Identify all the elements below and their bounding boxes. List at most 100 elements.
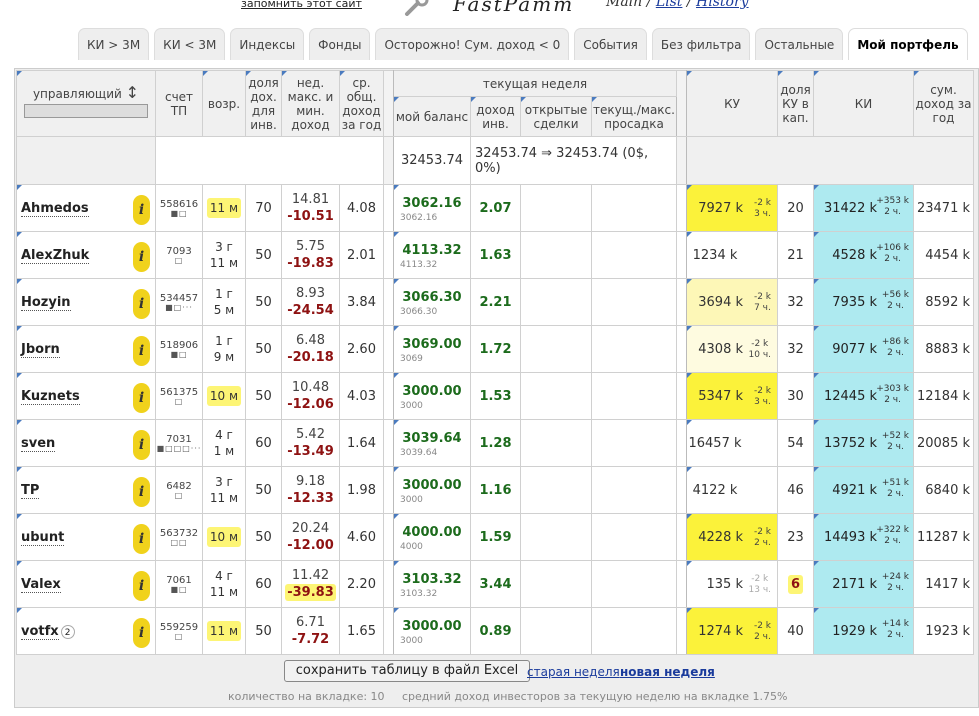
- income-cell: 1.53: [470, 372, 521, 420]
- manager-cell[interactable]: votfx 2 i: [16, 607, 156, 655]
- tab-6[interactable]: Без фильтра: [651, 28, 751, 60]
- manager-cell[interactable]: Ahmedos i: [16, 184, 156, 232]
- open-deals-cell: [520, 560, 592, 608]
- account-cell[interactable]: 563732 □□: [155, 513, 203, 561]
- ku-delta-time: 10 ч.: [748, 350, 772, 360]
- manager-name[interactable]: Valex: [21, 576, 61, 593]
- separator: [383, 607, 394, 655]
- remember-site-link[interactable]: запомнить этот сайт: [241, 0, 362, 10]
- separator: [676, 231, 687, 279]
- manager-cell[interactable]: AlexZhuk i: [16, 231, 156, 279]
- sum-cell: 11287 k: [913, 513, 974, 561]
- manager-name[interactable]: TP: [21, 482, 40, 499]
- income-cell: 0.89: [470, 607, 521, 655]
- info-icon[interactable]: i: [133, 383, 150, 413]
- info-icon[interactable]: i: [133, 336, 150, 366]
- info-icon[interactable]: i: [133, 195, 150, 225]
- account-number: 558616: [159, 198, 199, 210]
- col-ki[interactable]: КИ: [813, 70, 914, 137]
- account-cell[interactable]: 518906 ■□: [155, 325, 203, 373]
- col-avg[interactable]: ср. общ. доход за год: [339, 70, 384, 137]
- tab-0[interactable]: КИ > 3М: [78, 28, 150, 60]
- nav-list[interactable]: List: [656, 0, 683, 10]
- tab-5[interactable]: События: [574, 28, 647, 60]
- account-cell[interactable]: 6482 □: [155, 466, 203, 514]
- info-icon[interactable]: i: [133, 618, 150, 648]
- manager-cell[interactable]: Hozyin i: [16, 278, 156, 326]
- account-cell[interactable]: 7031 ■□□□···: [155, 419, 203, 467]
- manager-name[interactable]: AlexZhuk: [21, 247, 90, 264]
- info-icon[interactable]: i: [133, 571, 150, 601]
- nav-history[interactable]: History: [696, 0, 749, 10]
- nav-main[interactable]: Main: [606, 0, 642, 10]
- manager-name[interactable]: ubunt: [21, 529, 65, 546]
- manager-name[interactable]: Jborn: [21, 341, 60, 358]
- col-sum[interactable]: сум. доход за год: [913, 70, 974, 137]
- info-icon[interactable]: i: [133, 289, 150, 319]
- new-week-link[interactable]: новая неделя: [620, 665, 715, 679]
- tab-1[interactable]: КИ < 3М: [154, 28, 226, 60]
- account-cell[interactable]: 558616 ■□: [155, 184, 203, 232]
- wrench-icon: [405, 0, 429, 16]
- col-age[interactable]: возр.: [202, 70, 246, 137]
- balance-cell: 4113.32 4113.32: [393, 231, 471, 279]
- account-cell[interactable]: 559259 □: [155, 607, 203, 655]
- manager-cell[interactable]: Jborn i: [16, 325, 156, 373]
- manager-cell[interactable]: Valex i: [16, 560, 156, 608]
- site-logo[interactable]: FastPamm: [453, 0, 574, 16]
- ku-share-cell: 20: [777, 184, 814, 232]
- info-icon[interactable]: i: [133, 524, 150, 554]
- manager-name[interactable]: votfx: [21, 623, 59, 640]
- account-cell[interactable]: 7061 ■□: [155, 560, 203, 608]
- manager-cell[interactable]: Kuznets i: [16, 372, 156, 420]
- tab-7[interactable]: Остальные: [755, 28, 844, 60]
- ki-delta: +52 k2 ч.: [882, 431, 909, 453]
- tab-stats: количество на вкладке: 10 средний доход …: [228, 690, 788, 703]
- col-income[interactable]: доход инв.: [470, 96, 521, 137]
- account-cell[interactable]: 534457 ■□···: [155, 278, 203, 326]
- ki-cell: 9077 k +86 k2 ч.: [813, 325, 914, 373]
- col-dd[interactable]: нед. макс. и мин. доход: [281, 70, 340, 137]
- balance-value: 3000.00: [402, 478, 462, 493]
- dd-max: 6.48: [296, 333, 325, 348]
- info-icon[interactable]: i: [133, 430, 150, 460]
- drawdown-cell: [591, 372, 677, 420]
- col-share[interactable]: доля дох. для инв.: [245, 70, 282, 137]
- col-drawdown[interactable]: текущ./макс. просадка: [591, 96, 677, 137]
- manager-name[interactable]: sven: [21, 435, 56, 452]
- top-nav: Main / List / History: [606, 0, 749, 10]
- col-balance-label: мой баланс: [395, 109, 469, 124]
- sort-updown-icon[interactable]: ↕: [126, 83, 139, 102]
- ki-delta-time: 2 ч.: [887, 583, 904, 593]
- save-excel-button[interactable]: сохранить таблицу в файл Excel: [284, 660, 530, 682]
- account-cell[interactable]: 561375 □: [155, 372, 203, 420]
- manager-cell[interactable]: TP i: [16, 466, 156, 514]
- col-ku-share[interactable]: доля КУ в кап.: [777, 70, 814, 137]
- col-balance[interactable]: мой баланс: [393, 96, 471, 137]
- ki-cell: 12445 k +303 k2 ч.: [813, 372, 914, 420]
- table-row: ubunt i 563732 □□ 10 м 50 20.24 -12.00 4.6…: [16, 513, 974, 561]
- manager-name[interactable]: Ahmedos: [21, 200, 89, 217]
- manager-name[interactable]: Kuznets: [21, 388, 80, 405]
- col-ku[interactable]: КУ: [686, 70, 778, 137]
- income-cell: 2.21: [470, 278, 521, 326]
- tab-3[interactable]: Фонды: [309, 28, 371, 60]
- manager-cell[interactable]: ubunt i: [16, 513, 156, 561]
- tab-2[interactable]: Индексы: [230, 28, 305, 60]
- manager-name[interactable]: Hozyin: [21, 294, 71, 311]
- col-account[interactable]: счет ТП: [155, 70, 203, 137]
- ku-delta-time: 3 ч.: [754, 397, 771, 407]
- tab-8[interactable]: Мой портфель: [848, 28, 968, 60]
- tab-4[interactable]: Осторожно! Сум. доход < 0: [375, 28, 570, 60]
- info-icon[interactable]: i: [133, 477, 150, 507]
- col-open-deals[interactable]: открытые сделки: [520, 96, 592, 137]
- old-week-link[interactable]: старая неделя: [527, 665, 620, 679]
- drawdown-cell: [591, 278, 677, 326]
- account-cell[interactable]: 7093 □: [155, 231, 203, 279]
- manager-filter-input[interactable]: [24, 104, 148, 118]
- info-icon[interactable]: i: [133, 242, 150, 272]
- col-manager[interactable]: управляющий ↕: [16, 70, 156, 137]
- balance-cell: 3062.16 3062.16: [393, 184, 471, 232]
- ki-value: 13752 k: [823, 436, 877, 451]
- manager-cell[interactable]: sven i: [16, 419, 156, 467]
